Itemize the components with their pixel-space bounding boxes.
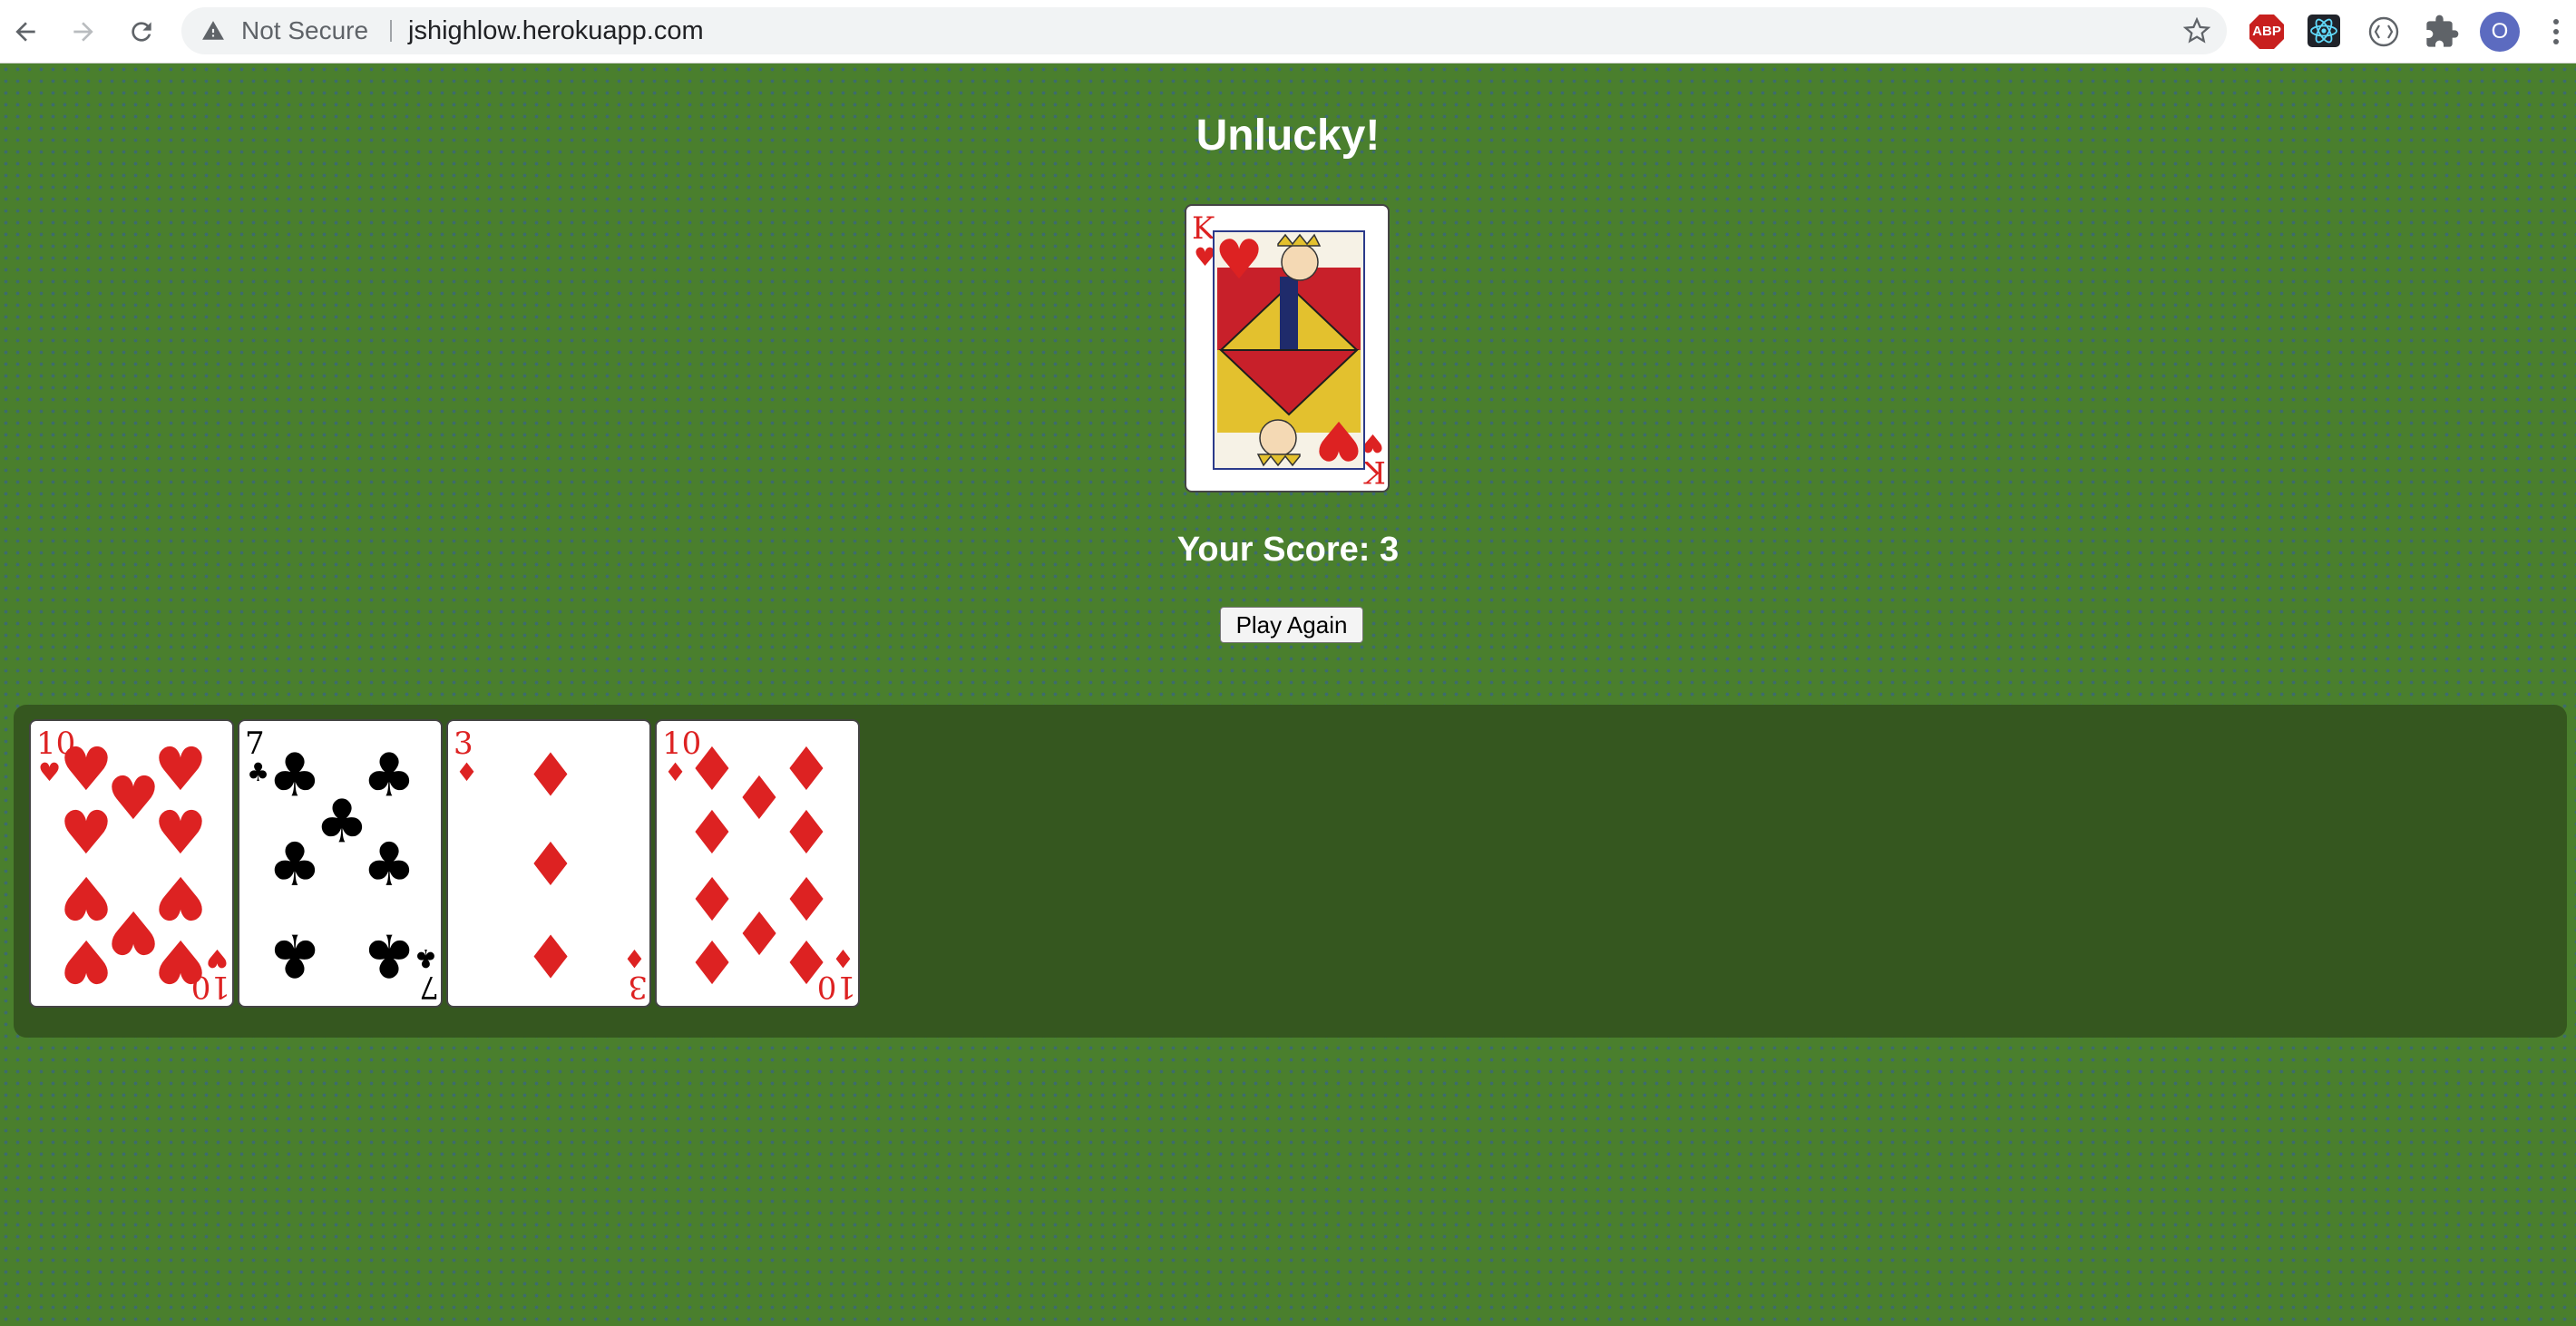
not-secure-label[interactable]: Not Secure [241,7,368,54]
hearts-pip: ♥ [153,735,207,804]
browser-menu-button[interactable] [2547,14,2565,54]
history-card: 10 ♦ 10 ♦ ♦ ♦ ♦ ♦ ♦ ♦ ♦ ♦ ♦ ♦ [655,719,860,1008]
react-devtools-extension[interactable] [2308,15,2340,47]
diamonds-pip: ♦ [523,830,577,900]
profile-avatar[interactable]: O [2480,12,2520,52]
card-corner-suit: ♥ [38,757,61,787]
hearts-pip: ♥ [153,863,207,932]
hearts-pip: ♥ [59,798,112,868]
omnibox-divider [390,20,392,42]
extensions-button[interactable] [2424,14,2460,50]
game-table: Unlucky! K ♥ K ♥ ♥ ♥ Your Score: 3 Play Again… [0,63,2576,1326]
diamonds-pip: ♦ [523,921,577,990]
clubs-pip: ♣ [268,921,321,990]
card-10-of-hearts: 10♥10♥♥ ♥♥♥ ♥♥ ♥♥♥ ♥ [36,726,230,1005]
diamonds-pip: ♦ [685,863,738,932]
card-corner-rank: K [1192,210,1215,247]
hearts-pip: ♥ [1215,229,1264,292]
clubs-pip: ♣ [362,921,415,990]
score-display: Your Score: 3 [1176,531,1400,569]
current-card-king-of-hearts: K ♥ K ♥ ♥ ♥ [1185,204,1390,492]
clubs-pip: ♣ [315,786,368,856]
card-corner-rank-inverted: K [1362,453,1386,490]
diamonds-pip: ♦ [685,735,738,804]
hearts-pip: ♥ [59,863,112,932]
card-corner-suit: ♦ [455,757,478,787]
card-corner-suit-inverted: ♦ [832,943,854,973]
clubs-pip: ♣ [268,830,321,900]
adblock-label: ABP [2252,24,2281,39]
hearts-pip: ♥ [106,764,160,834]
reload-icon [132,22,151,42]
code-extension[interactable] [2366,14,2402,50]
result-heading: Unlucky! [1195,112,1381,160]
adblock-extension[interactable]: ABP [2249,14,2285,50]
diamonds-pip: ♦ [685,926,738,996]
browser-toolbar: Not Secure jshighlow.herokuapp.com ABP O [0,0,2576,63]
address-bar[interactable]: Not Secure jshighlow.herokuapp.com [181,7,2227,54]
card-corner-rank: 7 [245,726,265,762]
hearts-pip: ♥ [59,735,112,804]
card-corner-suit-inverted: ♦ [623,943,646,973]
bookmark-star-icon[interactable] [2183,17,2210,44]
history-card: 7 ♣ 7 ♣ ♣ ♣ ♣ ♣ ♣ ♣ ♣ [238,719,443,1008]
history-card: 10 ♥ 10 ♥ ♥ ♥ ♥ ♥ ♥ ♥ ♥ ♥ ♥ ♥ [29,719,234,1008]
card-corner-suit: ♣ [247,757,269,787]
hearts-pip: ♥ [153,926,207,996]
code-braces-icon [2368,16,2399,47]
card-corner-rank: 3 [454,726,473,762]
diamonds-pip: ♦ [732,764,785,834]
card-corner-suit-inverted: ♣ [415,943,437,973]
diamonds-pip: ♦ [779,863,833,932]
card-10-of-diamonds: 10♦10♦♦ ♦♦♦ ♦♦ ♦♦♦ ♦ [662,726,856,1005]
diamonds-pip: ♦ [779,926,833,996]
history-card: 3 ♦ 3 ♦ ♦ ♦ ♦ [446,719,651,1008]
puzzle-icon [2426,15,2459,47]
back-arrow-icon [15,22,35,42]
clubs-pip: ♣ [268,740,321,810]
back-button[interactable] [4,10,47,54]
diamonds-pip: ♦ [779,798,833,868]
forward-button[interactable] [62,10,105,54]
hearts-pip: ♥ [106,897,160,967]
react-atom-icon [2310,18,2337,44]
card-K-of-hearts: K♥K♥♥♥ [1192,210,1386,490]
diamonds-pip: ♦ [779,735,833,804]
reload-button[interactable] [120,10,163,54]
card-history-tray: 10 ♥ 10 ♥ ♥ ♥ ♥ ♥ ♥ ♥ ♥ ♥ ♥ ♥ 7 ♣ 7 ♣ ♣ ♣ ♣ ♣ ♣ ♣ ♣ 3 ♦ 3 ♦ ♦ ♦ ♦ 10 ♦ 10 ♦… [14,705,2567,1038]
card-corner-suit-inverted: ♥ [206,943,229,973]
hearts-pip: ♥ [1314,408,1363,472]
hearts-pip: ♥ [59,926,112,996]
diamonds-pip: ♦ [685,798,738,868]
card-3-of-diamonds: 3♦3♦♦♦♦ [454,726,648,1005]
diamonds-pip: ♦ [732,897,785,967]
play-again-button[interactable]: Play Again [1220,607,1363,643]
diamonds-pip: ♦ [523,740,577,810]
url-text[interactable]: jshighlow.herokuapp.com [408,7,704,54]
card-7-of-clubs: 7♣7♣♣ ♣♣♣ ♣♣ ♣ [245,726,439,1005]
card-corner-rank-inverted: 7 [419,969,439,1005]
hearts-pip: ♥ [153,798,207,868]
warning-icon [202,21,224,40]
forward-arrow-icon [73,22,93,42]
more-vert-icon [2553,19,2559,44]
card-corner-rank-inverted: 3 [628,969,648,1005]
card-corner-suit: ♦ [664,757,687,787]
clubs-pip: ♣ [362,740,415,810]
clubs-pip: ♣ [362,830,415,900]
